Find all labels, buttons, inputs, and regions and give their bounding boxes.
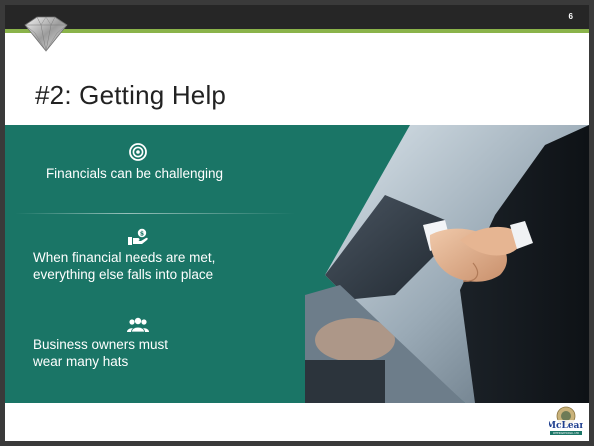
people-group-icon [126, 317, 149, 333]
list-item: Financials can be challenging [5, 142, 270, 182]
diamond-icon [24, 16, 68, 52]
item-text-line-1: When financial needs are met, [33, 250, 216, 265]
target-icon [128, 143, 147, 161]
slide-title: #2: Getting Help [35, 80, 227, 110]
item-text: Financials can be challenging [45, 166, 224, 181]
item-text-line-2: wear many hats [33, 354, 129, 369]
list-item: $ When financial needs are met, everythi… [5, 228, 270, 283]
top-bar: 6 [5, 5, 589, 29]
item-text-line-2: everything else falls into place [33, 267, 214, 282]
item-text-line-1: Business owners must [33, 337, 169, 352]
svg-text:$: $ [139, 230, 143, 237]
divider [15, 213, 295, 214]
list-item: Business owners must wear many hats [5, 317, 270, 370]
hand-money-icon: $ [127, 228, 148, 245]
top-bar-accent-line [5, 29, 589, 33]
svg-text:McLean: McLean [549, 421, 583, 431]
company-logo: McLean INTERNATIONAL LTD [549, 406, 583, 435]
svg-text:INTERNATIONAL LTD: INTERNATIONAL LTD [553, 431, 579, 435]
page-number: 6 [568, 12, 573, 21]
slide: 6 #2: Getting Help Financials can be cha… [5, 5, 589, 441]
